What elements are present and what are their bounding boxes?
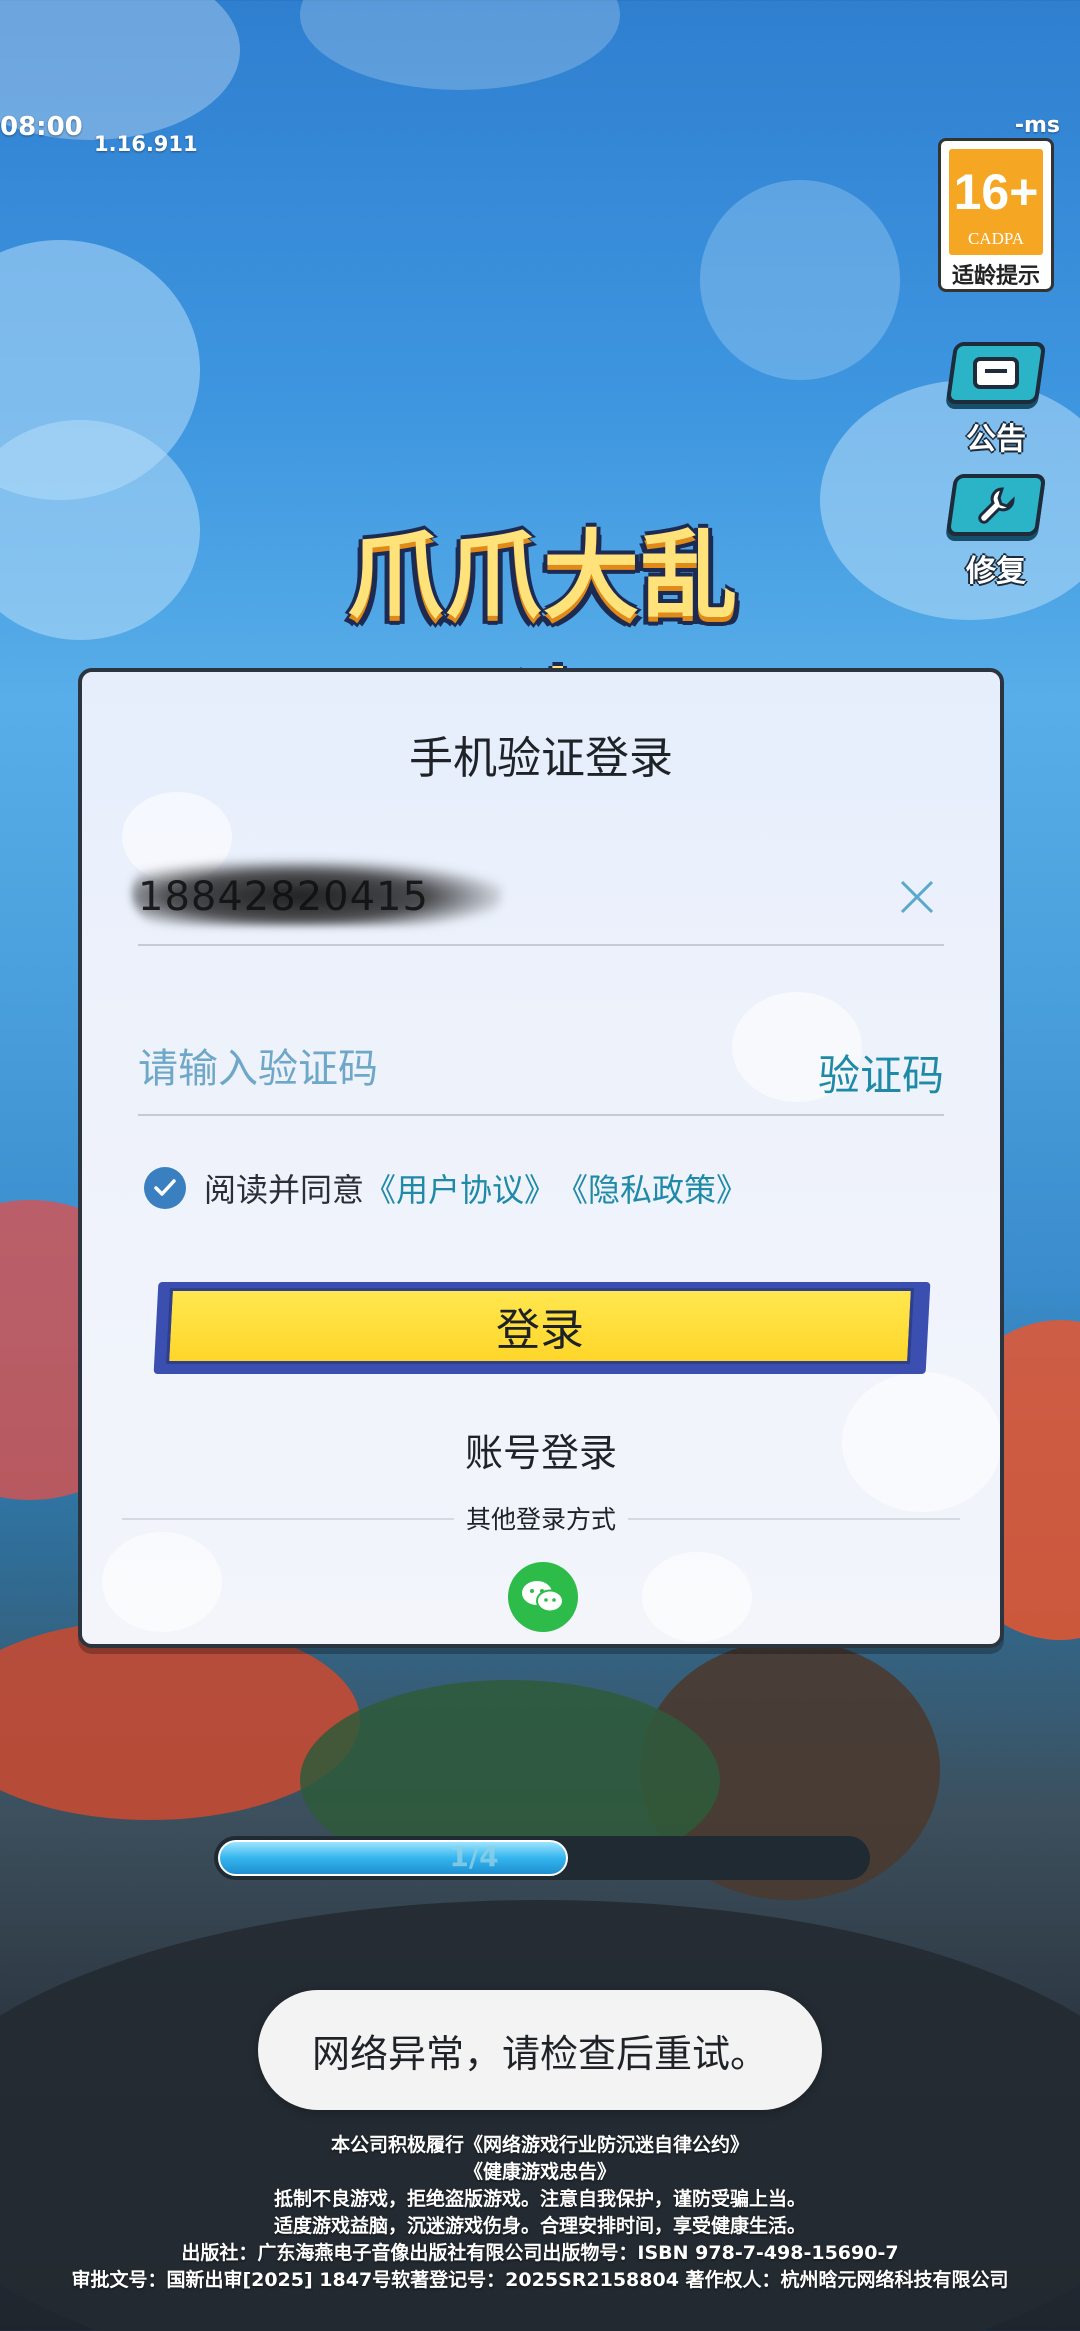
verification-code-input[interactable] [138, 1032, 738, 1106]
wechat-login-button[interactable] [508, 1562, 578, 1632]
footer-line: 抵制不良游戏，拒绝盗版游戏。注意自我保护，谨防受骗上当。 [273, 2188, 806, 2210]
announcement-label: 公告 [966, 422, 1026, 457]
loading-progress-bar: 1/4 [214, 1836, 870, 1880]
version-text: 1.16.911 [94, 132, 198, 156]
announcement-icon [973, 357, 1019, 389]
checkmark-icon [154, 1179, 176, 1196]
footer-line: 审批文号：国新出审[2025] 1847号软著登记号：2025SR2158804… [71, 2269, 1009, 2291]
clear-icon[interactable] [896, 876, 938, 918]
user-agreement-link[interactable]: 《用户协议》 [364, 1165, 556, 1211]
login-button-label: 登录 [496, 1305, 584, 1356]
account-login-link[interactable]: 账号登录 [82, 1422, 1000, 1477]
age-rating-label: 适龄提示 [951, 264, 1040, 289]
footer-line: 出版社：广东海燕电子音像出版社有限公司出版物号：ISBN 978-7-498-1… [181, 2242, 899, 2264]
network-error-toast: 网络异常，请检查后重试。 [258, 1990, 822, 2110]
agree-checkbox[interactable] [144, 1167, 186, 1209]
dialog-title: 手机验证登录 [409, 733, 673, 784]
agree-prefix: 阅读并同意 [204, 1171, 365, 1209]
footer-line: 本公司积极履行《网络游戏行业防沉迷自律公约》 [330, 2134, 749, 2156]
login-button[interactable]: 登录 [153, 1282, 931, 1374]
age-rating-badge[interactable]: 16+ CADPA 适龄提示 [938, 138, 1054, 292]
other-login-methods-label: 其他登录方式 [453, 1500, 629, 1536]
clock-text: 08:00 [0, 112, 83, 142]
age-rating-org: CADPA [967, 229, 1025, 248]
get-code-button[interactable]: 验证码 [818, 1042, 944, 1103]
redaction-mark [132, 860, 502, 926]
phone-login-dialog: 手机验证登录 18842820415 验证码 阅读并同意 《用户协议》 《隐私政… [78, 668, 1004, 1648]
ping-text: -ms [1014, 113, 1060, 138]
wechat-icon [522, 1581, 564, 1613]
game-logo: 爪爪大乱斗 [318, 478, 768, 771]
announcement-button[interactable]: 公告 [945, 342, 1047, 458]
footer-line: 《健康游戏忠告》 [463, 2161, 616, 2183]
wrench-icon [978, 487, 1015, 524]
legal-footer: 本公司积极履行《网络游戏行业防沉迷自律公约》 《健康游戏忠告》 抵制不良游戏，拒… [0, 2132, 1080, 2294]
agreement-row: 阅读并同意 《用户协议》 《隐私政策》 [144, 1166, 748, 1210]
age-rating-number: 16+ [953, 164, 1039, 220]
footer-line: 适度游戏益脑，沉迷游戏伤身。合理安排时间，享受健康生活。 [273, 2215, 806, 2237]
progress-label: 1/4 [449, 1840, 499, 1873]
verification-code-field: 验证码 [138, 1032, 944, 1116]
phone-field[interactable]: 18842820415 [132, 860, 944, 946]
repair-button[interactable]: 修复 [945, 474, 1047, 590]
repair-label: 修复 [966, 554, 1026, 589]
privacy-policy-link[interactable]: 《隐私政策》 [556, 1165, 748, 1211]
